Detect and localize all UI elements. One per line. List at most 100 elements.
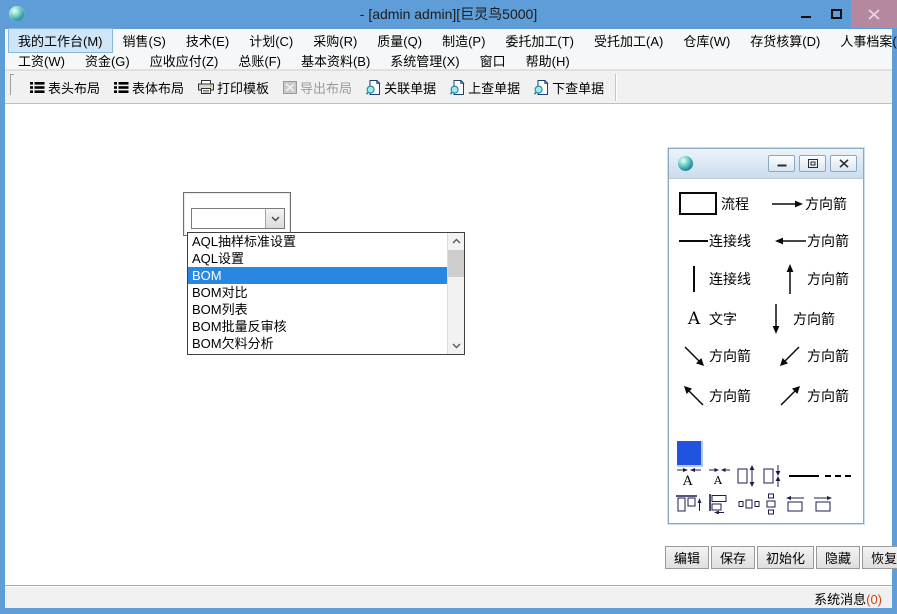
tool-arrow-left[interactable]: 方向箭 xyxy=(773,231,849,251)
combobox-dropdown-button[interactable] xyxy=(265,209,284,228)
scrollbar-thumb[interactable] xyxy=(448,250,464,277)
dropdown-item[interactable]: BOM批量反审核 xyxy=(188,318,447,335)
close-button[interactable] xyxy=(851,0,897,28)
dropdown-item-selected[interactable]: BOM xyxy=(188,267,447,284)
tool-arrow-up[interactable]: 方向箭 xyxy=(773,264,849,294)
menubar: 我的工作台(M) 销售(S) 技术(E) 计划(C) 采购(R) 质量(Q) 制… xyxy=(5,29,892,70)
menu-item-funds[interactable]: 资金(G) xyxy=(75,48,140,73)
print-template-icon xyxy=(198,80,214,94)
lookup-down-button[interactable]: 下查单据 xyxy=(527,74,611,101)
print-template-button[interactable]: 打印模板 xyxy=(191,74,276,101)
dropdown-item[interactable]: BOM列表 xyxy=(188,301,447,318)
minimize-button[interactable] xyxy=(791,0,821,28)
dropdown-item[interactable]: AQL抽样标准设置 xyxy=(188,233,447,250)
window-frame xyxy=(0,608,897,614)
menu-item-consigned-processing[interactable]: 受托加工(A) xyxy=(584,28,673,53)
app-window: - [admin admin][巨灵鸟5000] 我的工作台(M) 销售(S) … xyxy=(0,0,897,614)
dropdown-item[interactable]: BOM对比 xyxy=(188,284,447,301)
align-top-icon[interactable] xyxy=(676,493,702,515)
table-header-layout-icon xyxy=(30,81,45,94)
menu-item-hr-files[interactable]: 人事档案(Z) xyxy=(830,28,897,53)
distribute-horizontal-icon[interactable] xyxy=(738,493,760,515)
toolbox-minimize-button[interactable] xyxy=(768,155,795,172)
toolbar-grip[interactable] xyxy=(10,74,14,95)
restore-button[interactable]: 恢复 xyxy=(862,546,897,569)
button-label: 上查单据 xyxy=(468,78,520,97)
tool-process-rect[interactable]: 流程 xyxy=(679,192,749,215)
main-content: AQL抽样标准设置 AQL设置 BOM BOM对比 BOM列表 BOM批量反审核… xyxy=(5,104,892,585)
dropdown-item[interactable]: BOM欠料分析 xyxy=(188,335,447,352)
lookup-down-icon xyxy=(534,80,549,95)
tool-arrow-down-right[interactable]: 方向箭 xyxy=(679,345,751,367)
export-layout-icon xyxy=(283,81,297,94)
tool-arrow-down[interactable]: 方向箭 xyxy=(759,304,835,334)
menu-item-window[interactable]: 窗口 xyxy=(470,48,516,73)
scroll-down-button[interactable] xyxy=(448,338,464,354)
tool-label: 方向箭 xyxy=(807,269,849,289)
tool-arrow-down-left[interactable]: 方向箭 xyxy=(773,345,849,367)
minimize-icon xyxy=(777,160,787,168)
process-rect-icon xyxy=(679,192,717,215)
edit-button[interactable]: 编辑 xyxy=(665,546,709,569)
arrow-right-icon xyxy=(772,199,804,209)
align-left-icon[interactable] xyxy=(708,493,732,515)
bring-forward-icon[interactable] xyxy=(812,493,836,515)
menu-item-inventory-accounting[interactable]: 存货核算(D) xyxy=(740,28,830,53)
menu-item-payroll[interactable]: 工资(W) xyxy=(8,48,75,73)
system-message-count: (0) xyxy=(866,592,882,607)
initialize-button[interactable]: 初始化 xyxy=(757,546,814,569)
height-fit-icon[interactable] xyxy=(763,465,783,487)
tool-connector-v[interactable]: 连接线 xyxy=(679,266,751,292)
toolbox-close-button[interactable] xyxy=(830,155,857,172)
dropdown-scrollbar[interactable] xyxy=(447,233,464,354)
toolbox-titlebar[interactable] xyxy=(669,149,863,179)
toolbox-restore-button[interactable] xyxy=(799,155,826,172)
window-title: - [admin admin][巨灵鸟5000] xyxy=(0,0,897,29)
text-tool-icon: A xyxy=(688,311,700,328)
button-label: 导出布局 xyxy=(300,78,352,97)
arrow-up-icon xyxy=(785,264,795,294)
lookup-up-button[interactable]: 上查单据 xyxy=(443,74,527,101)
lookup-up-icon xyxy=(450,80,465,95)
menu-item-ap-ar[interactable]: 应收应付(Z) xyxy=(140,48,229,73)
send-backward-icon[interactable] xyxy=(782,493,806,515)
menu-item-help[interactable]: 帮助(H) xyxy=(516,48,580,73)
combobox-dropdown-list: AQL抽样标准设置 AQL设置 BOM BOM对比 BOM列表 BOM批量反审核… xyxy=(187,232,465,355)
tool-label: 方向箭 xyxy=(807,346,849,366)
tool-connector-h[interactable]: 连接线 xyxy=(679,231,751,251)
restore-icon xyxy=(808,159,818,168)
dashed-line-icon[interactable] xyxy=(825,465,853,487)
table-body-layout-button[interactable]: 表体布局 xyxy=(107,74,191,101)
chevron-up-icon xyxy=(452,238,461,244)
related-docs-button[interactable]: 关联单据 xyxy=(359,74,443,101)
tool-label: 方向箭 xyxy=(805,194,847,214)
menu-item-general-ledger[interactable]: 总账(F) xyxy=(228,48,291,73)
tool-label: 流程 xyxy=(721,194,749,214)
tool-arrow-up-right[interactable]: 方向箭 xyxy=(773,385,849,407)
menu-item-warehouse[interactable]: 仓库(W) xyxy=(673,28,740,53)
hide-button[interactable]: 隐藏 xyxy=(816,546,860,569)
dropdown-item[interactable]: AQL设置 xyxy=(188,250,447,267)
table-header-layout-button[interactable]: 表头布局 xyxy=(23,74,107,101)
system-message-label: 系统消息 xyxy=(814,592,866,607)
solid-line-icon[interactable] xyxy=(789,465,819,487)
toolbox-logo-icon xyxy=(678,156,693,171)
function-combobox[interactable] xyxy=(191,208,285,229)
menu-item-base-data[interactable]: 基本资料(B) xyxy=(291,48,380,73)
save-button[interactable]: 保存 xyxy=(711,546,755,569)
tool-label: 方向箭 xyxy=(709,346,751,366)
scroll-up-button[interactable] xyxy=(448,233,464,249)
text-width-icon[interactable]: A xyxy=(676,465,702,487)
color-swatch[interactable] xyxy=(677,441,703,467)
combobox-value[interactable] xyxy=(192,209,265,228)
svg-text:A: A xyxy=(713,474,723,487)
distribute-vertical-icon[interactable] xyxy=(766,493,776,515)
text-width-small-icon[interactable]: A xyxy=(708,465,731,487)
height-resize-icon[interactable] xyxy=(737,465,757,487)
export-layout-button[interactable]: 导出布局 xyxy=(276,74,359,101)
tool-arrow-right[interactable]: 方向箭 xyxy=(771,194,847,214)
menu-item-system-admin[interactable]: 系统管理(X) xyxy=(380,48,469,73)
tool-arrow-up-left[interactable]: 方向箭 xyxy=(679,385,751,407)
maximize-button[interactable] xyxy=(821,0,851,28)
tool-text[interactable]: A 文字 xyxy=(679,309,737,329)
